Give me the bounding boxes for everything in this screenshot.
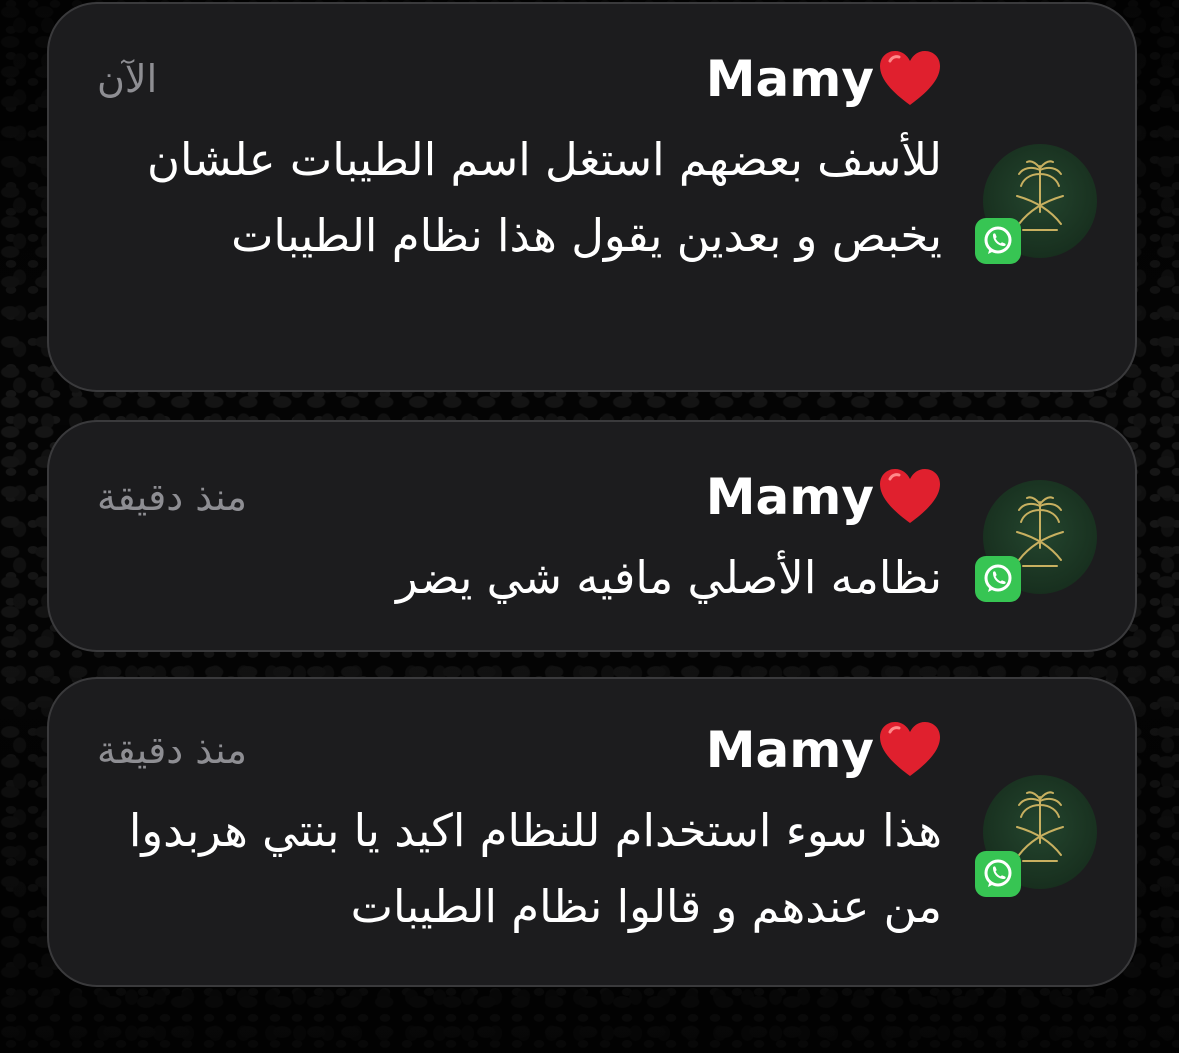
- heart-icon: [878, 720, 942, 780]
- whatsapp-icon: [975, 218, 1021, 264]
- notification-card[interactable]: منذ دقيقة Mamy هذا سوء استخدام للنظام اك…: [47, 677, 1137, 987]
- sender-name: Mamy: [705, 468, 874, 526]
- notification-title: Mamy: [706, 46, 942, 112]
- notification-time: منذ دقيقة: [97, 728, 247, 772]
- notification-card[interactable]: الآن Mamy للأسف بعضهم استغل اسم الطيبات …: [47, 2, 1137, 392]
- notification-message: هذا سوء استخدام للنظام اكيد يا بنتي هربد…: [128, 804, 942, 933]
- sender-name: Mamy: [705, 721, 874, 779]
- notification-time: الآن: [97, 57, 158, 101]
- notification-title: Mamy: [706, 717, 942, 783]
- sender-name: Mamy: [705, 50, 874, 108]
- whatsapp-icon: [975, 851, 1021, 897]
- notification-message: للأسف بعضهم استغل اسم الطيبات علشان يخبص…: [146, 133, 942, 262]
- notification-message: نظامه الأصلي مافيه شي يضر: [396, 551, 942, 604]
- notification-title: Mamy: [706, 464, 942, 530]
- whatsapp-icon: [975, 556, 1021, 602]
- heart-icon: [878, 467, 942, 527]
- heart-icon: [878, 49, 942, 109]
- notification-card[interactable]: منذ دقيقة Mamy نظامه الأصلي مافيه شي يضر: [47, 420, 1137, 652]
- notification-time: منذ دقيقة: [97, 475, 247, 519]
